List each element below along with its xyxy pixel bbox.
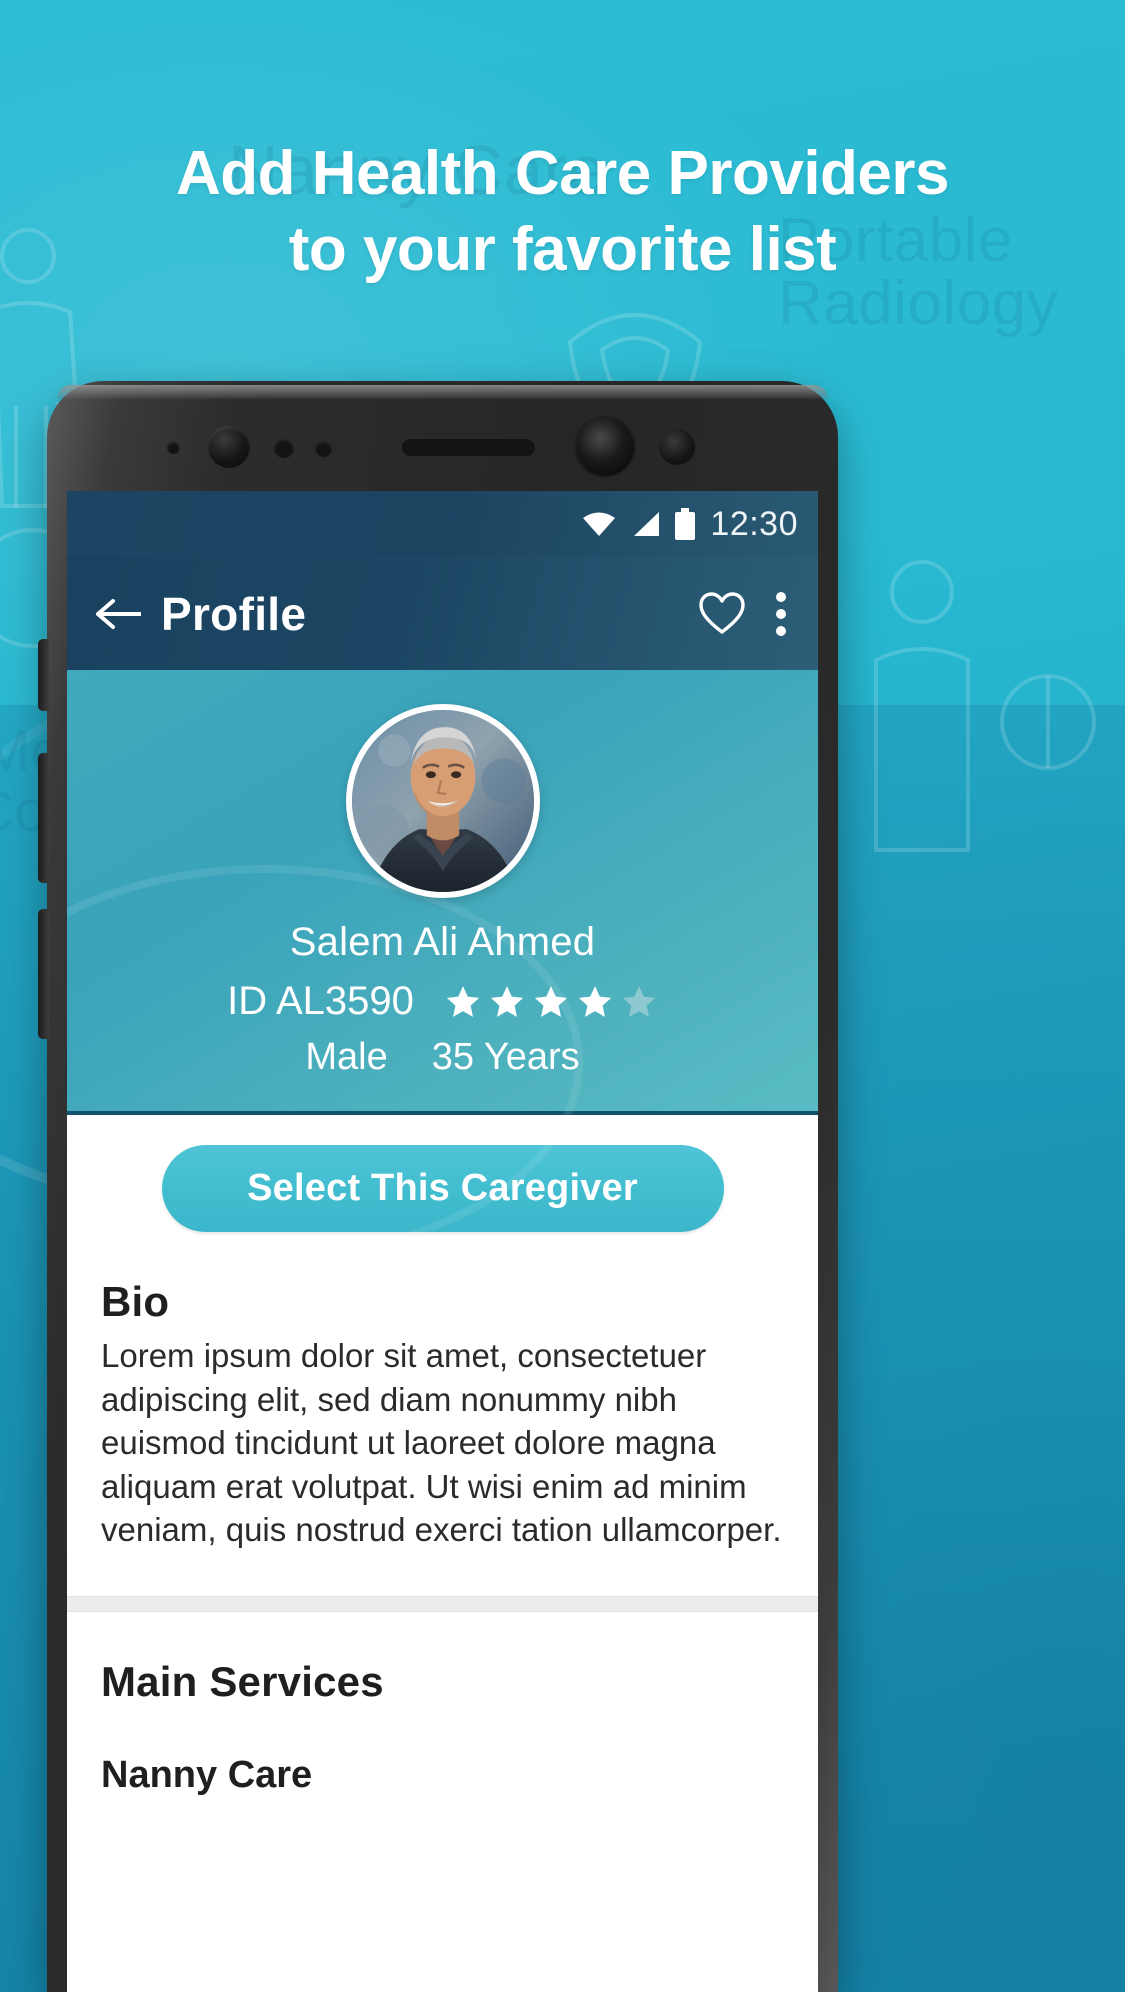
star-icon-filled (534, 985, 568, 1017)
phone-side-button[interactable] (38, 639, 49, 711)
front-camera-icon (576, 418, 634, 476)
back-arrow-icon[interactable] (95, 597, 141, 631)
bio-title: Bio (101, 1278, 170, 1325)
section-divider (67, 1595, 818, 1612)
profile-id: ID AL3590 (227, 979, 414, 1023)
profile-meta-row: Male 35 Years (67, 1036, 818, 1079)
sensor-dot-icon (167, 441, 180, 454)
bio-section: Bio Lorem ipsum dolor sit amet, consecte… (67, 1278, 818, 1552)
avatar-photo (351, 710, 534, 892)
more-vertical-icon[interactable] (776, 591, 786, 636)
phone-screen: 12:30 Profile Salem Ali Ahmed ID AL3590 … (67, 491, 818, 1992)
heart-outline-icon[interactable] (698, 591, 746, 636)
promo-screenshot: Nanny Care Portable Radiology Medical Co… (0, 0, 1125, 1992)
avatar (345, 704, 540, 898)
earpiece-speaker (402, 439, 535, 456)
main-services-title: Main Services (101, 1657, 384, 1705)
main-services-section: Main Services Nanny Care (67, 1658, 818, 1811)
phone-mockup: 12:30 Profile Salem Ali Ahmed ID AL3590 … (38, 381, 838, 1992)
profile-header: Salem Ali Ahmed ID AL3590 Male 35 Years (67, 670, 818, 1261)
star-icon-empty (622, 985, 656, 1017)
headline-line-2: to your favorite list (288, 214, 837, 284)
status-bar-clock: 12:30 (710, 504, 798, 543)
star-icon-filled (578, 985, 612, 1017)
page-title: Profile (161, 587, 307, 640)
star-icon-filled (446, 985, 480, 1017)
rating-stars[interactable] (444, 983, 658, 1021)
status-bar: 12:30 (67, 491, 818, 557)
profile-gender: Male (305, 1036, 388, 1078)
battery-icon (675, 508, 696, 540)
phone-volume-down-button[interactable] (38, 909, 49, 1039)
headline-line-1: Add Health Care Providers (175, 139, 950, 208)
bio-text: Lorem ipsum dolor sit amet, consectetuer… (101, 1337, 782, 1549)
iris-scanner-icon (659, 429, 695, 465)
phone-volume-up-button[interactable] (38, 753, 49, 883)
phone-top-edge (57, 385, 828, 399)
promo-headline: Add Health Care Providers to your favori… (0, 136, 1125, 287)
front-camera-secondary-icon (208, 426, 250, 468)
service-list-item[interactable]: Nanny Care (101, 1754, 784, 1811)
profile-id-rating-row: ID AL3590 (67, 979, 818, 1024)
proximity-sensor-icon (274, 438, 294, 458)
wifi-icon (583, 512, 616, 536)
signal-icon (634, 512, 660, 536)
profile-name: Salem Ali Ahmed (289, 920, 596, 964)
medical-outline-icon (874, 560, 1096, 852)
star-icon-filled (490, 985, 524, 1017)
app-bar: Profile (67, 557, 818, 670)
profile-age: 35 Years (431, 1036, 580, 1078)
light-sensor-icon (315, 440, 332, 457)
